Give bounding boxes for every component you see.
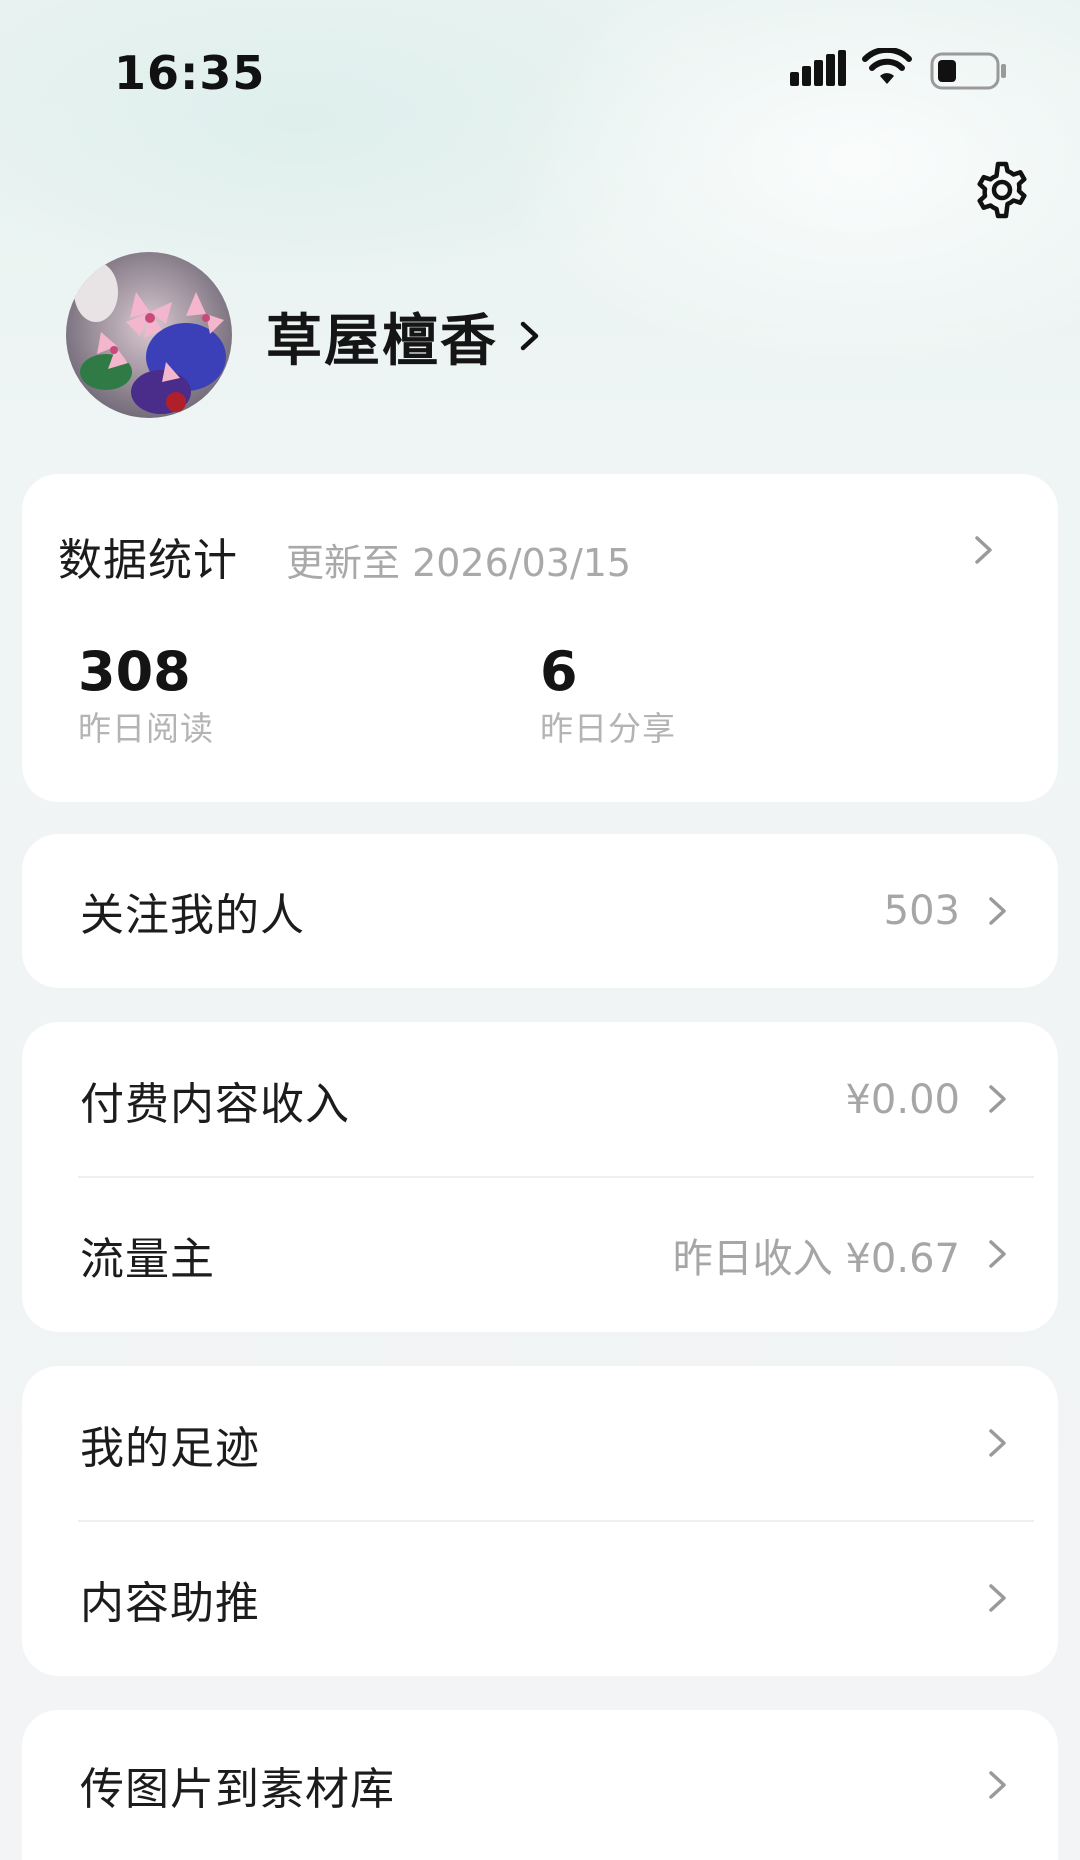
chevron-right-icon xyxy=(989,1240,1006,1268)
chevron-right-icon xyxy=(989,1429,1006,1457)
list-item-paid-content[interactable]: 付费内容收入 ¥0.00 xyxy=(22,1022,1058,1177)
upload-card[interactable]: 传图片到素材库 xyxy=(22,1710,1058,1860)
list-item-traffic-owner[interactable]: 流量主 昨日收入 ¥0.67 xyxy=(22,1177,1058,1332)
followers-count: 503 xyxy=(883,888,960,934)
stats-title: 数据统计 xyxy=(58,535,238,586)
list-item-upload-images[interactable]: 传图片到素材库 xyxy=(22,1710,1058,1860)
income-card: 付费内容收入 ¥0.00 流量主 昨日收入 ¥0.67 xyxy=(22,1022,1058,1332)
paid-content-label: 付费内容收入 xyxy=(80,1078,350,1130)
followers-row[interactable]: 关注我的人 503 xyxy=(22,834,1058,988)
followers-label: 关注我的人 xyxy=(80,890,305,941)
avatar[interactable] xyxy=(66,252,232,418)
status-bar: 16:35 xyxy=(0,0,1080,140)
profile-name: 草屋檀香 xyxy=(266,308,498,374)
wifi-icon xyxy=(862,48,912,84)
stat-shares-label: 昨日分享 xyxy=(540,709,676,748)
my-footprints-label: 我的足迹 xyxy=(80,1422,260,1474)
status-time: 16:35 xyxy=(114,46,266,100)
stat-reads-value: 308 xyxy=(78,640,191,703)
chevron-right-icon xyxy=(989,1771,1006,1799)
chevron-right-icon xyxy=(989,1584,1006,1612)
chevron-right-icon xyxy=(975,536,992,564)
stats-updated-date: 更新至 2026/03/15 xyxy=(286,541,632,585)
chevron-right-icon xyxy=(520,321,539,351)
chevron-right-icon xyxy=(989,897,1006,925)
paid-content-value: ¥0.00 xyxy=(845,1076,960,1123)
signal-icon xyxy=(790,50,846,86)
profile-name-row[interactable]: 草屋檀香 xyxy=(266,296,544,376)
upload-images-label: 传图片到素材库 xyxy=(80,1764,395,1815)
stat-reads-label: 昨日阅读 xyxy=(78,709,214,748)
stat-shares-value: 6 xyxy=(540,640,578,703)
content-boost-label: 内容助推 xyxy=(80,1577,260,1629)
traffic-owner-label: 流量主 xyxy=(80,1233,215,1285)
gear-icon[interactable] xyxy=(972,160,1032,220)
traffic-owner-value: 昨日收入 ¥0.67 xyxy=(672,1235,960,1282)
followers-card[interactable]: 关注我的人 503 xyxy=(22,834,1058,988)
list-item-content-boost[interactable]: 内容助推 xyxy=(22,1521,1058,1676)
chevron-right-icon xyxy=(989,1085,1006,1113)
tools-card: 我的足迹 内容助推 xyxy=(22,1366,1058,1676)
battery-icon xyxy=(930,52,1006,90)
list-item-my-footprints[interactable]: 我的足迹 xyxy=(22,1366,1058,1521)
